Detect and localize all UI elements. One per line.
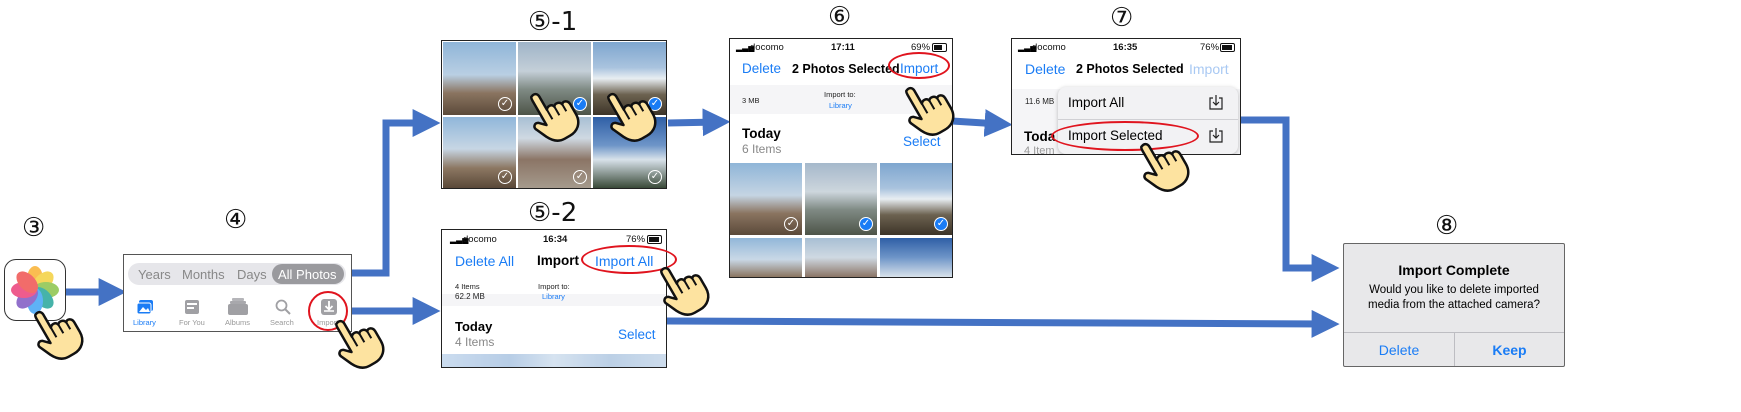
photo-thumbnail-selected[interactable]: ✓ <box>805 163 877 235</box>
import-icon <box>1208 127 1224 148</box>
import-to-label: Import to: <box>538 282 570 291</box>
storage-size: 11.6 MB <box>1025 97 1055 106</box>
library-destination[interactable]: Library <box>829 101 852 110</box>
segment-days[interactable]: Days <box>237 267 267 282</box>
time-label: 16:35 <box>1113 42 1138 53</box>
segment-all-photos: All Photos <box>278 267 337 282</box>
arrow-5-2-to-8 <box>666 309 1340 338</box>
storage-size: 3 MB <box>742 96 760 105</box>
menu-item-label: Import All <box>1068 95 1125 110</box>
select-button[interactable]: Select <box>618 327 656 342</box>
photo-thumbnail[interactable] <box>805 238 877 277</box>
check-circle-icon[interactable]: ✓ <box>859 217 873 231</box>
battery-icon <box>932 43 947 52</box>
photo-strip <box>442 354 666 367</box>
battery-icon <box>647 235 662 244</box>
import-complete-dialog: Import Complete Would you like to delete… <box>1343 243 1565 367</box>
import-title: Import <box>537 253 579 268</box>
keep-button[interactable]: Keep <box>1455 342 1564 358</box>
dialog-message-line1: Would you like to delete imported <box>1369 284 1539 296</box>
tab-search[interactable]: Search <box>270 318 294 327</box>
import-to-label: Import to: <box>824 90 856 99</box>
battery-label: 76% <box>626 234 646 245</box>
arrow-4-to-5-1 <box>351 109 441 277</box>
dialog-title: Import Complete <box>1398 262 1510 278</box>
check-circle-icon[interactable]: ✓ <box>648 170 662 184</box>
carrier-label: docomo <box>1032 42 1066 53</box>
section-count: 6 Items <box>742 142 782 156</box>
check-circle-icon[interactable]: ✓ <box>934 217 948 231</box>
tab-for-you[interactable]: For You <box>179 318 205 327</box>
section-count: 4 Items <box>455 335 495 349</box>
delete-button[interactable]: Delete <box>1344 342 1454 358</box>
dialog-message-line2: media from the attached camera? <box>1368 299 1540 311</box>
albums-icon[interactable] <box>228 298 248 320</box>
library-icon[interactable] <box>136 299 154 320</box>
for-you-icon[interactable] <box>184 299 200 320</box>
selection-title: 2 Photos Selected <box>792 62 900 76</box>
photo-thumbnail[interactable]: ✓ <box>443 117 516 188</box>
photo-thumbnail-selected[interactable]: ✓ <box>880 163 952 235</box>
section-title-today: Today <box>455 319 493 334</box>
carrier-label: docomo <box>463 234 497 245</box>
time-label: 16:34 <box>543 234 568 245</box>
tab-albums[interactable]: Albums <box>225 318 250 327</box>
photo-thumbnail[interactable]: ✓ <box>730 163 802 235</box>
battery-icon <box>1220 43 1235 52</box>
arrow-5-1-to-6 <box>667 108 731 137</box>
import-button-disabled[interactable]: Import <box>1189 61 1229 77</box>
delete-all-button[interactable]: Delete All <box>455 253 514 269</box>
photo-thumbnail[interactable]: ✓ <box>443 42 516 115</box>
delete-button[interactable]: Delete <box>1025 61 1065 77</box>
carrier-label: docomo <box>750 42 784 53</box>
delete-button[interactable]: Delete <box>742 61 781 76</box>
storage-size: 62.2 MB <box>455 292 485 301</box>
segment-months[interactable]: Months <box>182 267 225 282</box>
time-label: 17:11 <box>831 42 855 53</box>
items-count: 4 Items <box>455 282 480 291</box>
search-icon[interactable] <box>275 299 291 320</box>
photo-thumbnail[interactable] <box>880 238 952 277</box>
selection-title: 2 Photos Selected <box>1076 62 1184 76</box>
section-count-partial: 4 Item <box>1024 145 1055 155</box>
battery-label: 76% <box>1200 42 1220 53</box>
library-destination[interactable]: Library <box>542 292 565 301</box>
check-circle-icon[interactable]: ✓ <box>573 170 587 184</box>
import-icon <box>1208 94 1224 115</box>
tab-library[interactable]: Library <box>133 318 156 327</box>
photo-thumbnail[interactable] <box>730 238 802 277</box>
arrow-7-to-8 <box>1240 116 1340 282</box>
menu-item-import-all[interactable]: Import All <box>1058 87 1238 120</box>
segment-years[interactable]: Years <box>138 267 171 282</box>
check-circle-icon[interactable]: ✓ <box>498 97 512 111</box>
section-title-today: Today <box>742 126 781 141</box>
check-circle-icon[interactable]: ✓ <box>784 217 798 231</box>
check-circle-icon[interactable]: ✓ <box>498 170 512 184</box>
